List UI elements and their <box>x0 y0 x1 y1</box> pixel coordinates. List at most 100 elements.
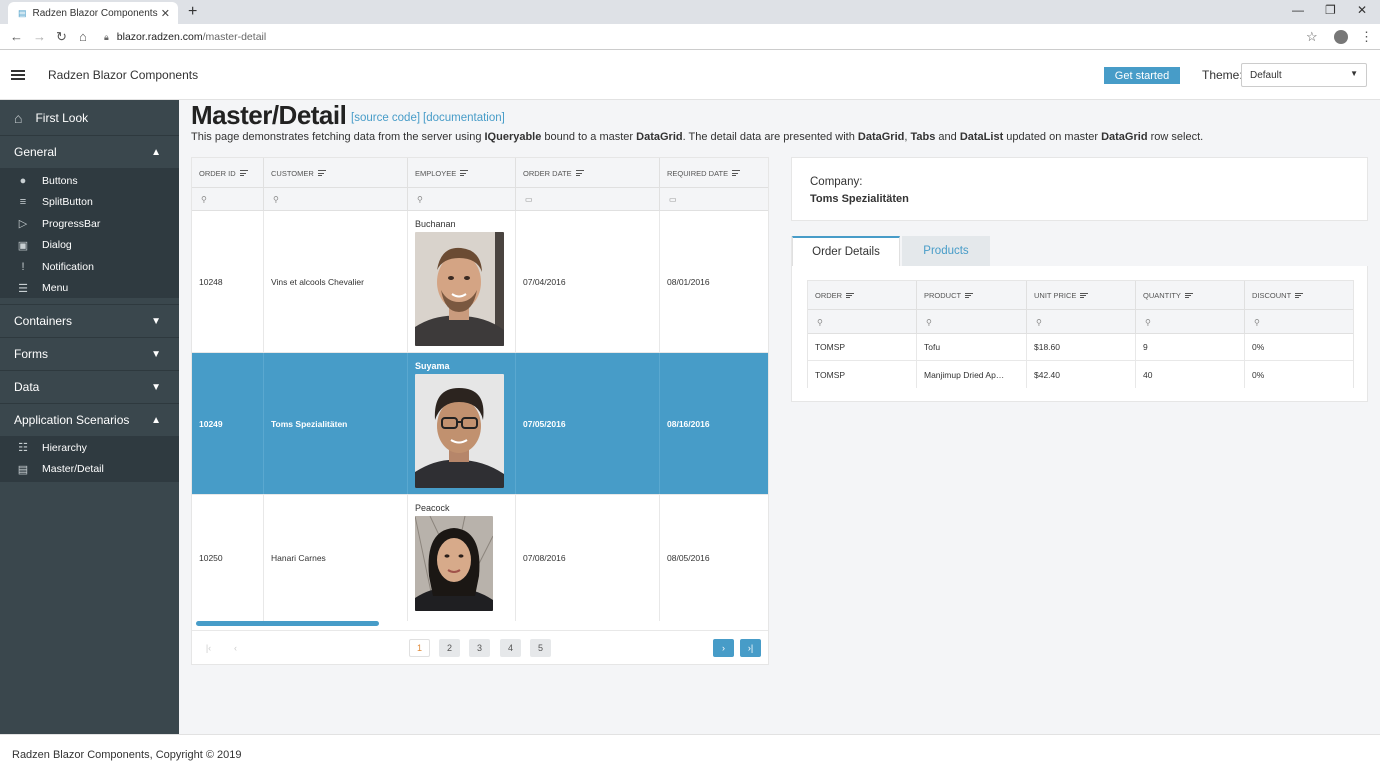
column-header-required-date[interactable]: REQUIRED DATE <box>660 158 768 188</box>
filter-customer[interactable]: ⚲ <box>264 188 408 211</box>
cell-employee: Buchanan <box>408 211 516 352</box>
search-icon: ⚲ <box>417 195 423 204</box>
documentation-link[interactable]: [documentation] <box>423 112 505 124</box>
sidebar-group-application-scenarios[interactable]: Application Scenarios ▲ <box>0 403 179 436</box>
minimize-icon[interactable]: — <box>1292 3 1304 17</box>
sidebar-group-general[interactable]: General ▲ <box>0 135 179 168</box>
table-row[interactable]: TOMSP Manjimup Dried Ap… $42.40 40 0% <box>808 361 1353 388</box>
sidebar-item-progressbar[interactable]: ▷ ProgressBar <box>0 213 179 235</box>
get-started-button[interactable]: Get started <box>1104 67 1180 84</box>
column-header-product[interactable]: PRODUCT <box>917 281 1027 310</box>
cell-customer: Vins et alcools Chevalier <box>264 211 408 352</box>
sidebar-item-notification[interactable]: ! Notification <box>0 256 179 278</box>
company-card: Company: Toms Spezialitäten <box>791 157 1368 221</box>
horizontal-scrollbar[interactable] <box>196 621 379 626</box>
browser-tab[interactable]: ▤ Radzen Blazor Components ✕ <box>8 2 178 24</box>
sidebar-group-data[interactable]: Data ▼ <box>0 370 179 403</box>
chevron-down-icon: ▼ <box>151 315 161 327</box>
sidebar-item-dialog[interactable]: ▣ Dialog <box>0 235 179 257</box>
employee-photo <box>415 516 493 611</box>
sidebar-item-label: Notification <box>42 260 94 273</box>
filter-product[interactable]: ⚲ <box>917 310 1027 334</box>
image-icon: ▣ <box>17 239 29 252</box>
sidebar-item-master-detail[interactable]: ▤ Master/Detail <box>0 459 179 481</box>
table-row[interactable]: TOMSP Tofu $18.60 9 0% <box>808 334 1353 361</box>
theme-dropdown[interactable]: Default ▼ <box>1241 63 1367 87</box>
cell-order-date: 07/04/2016 <box>516 211 660 352</box>
master-detail-icon: ▤ <box>17 463 29 476</box>
source-code-link[interactable]: [source code] <box>351 112 420 124</box>
filter-required-date[interactable]: ▭ <box>660 188 768 211</box>
url-field[interactable]: 🔒︎ blazor.radzen.com/master-detail <box>104 28 266 46</box>
sidebar-group-containers[interactable]: Containers ▼ <box>0 304 179 337</box>
sort-icon <box>575 170 584 176</box>
hamburger-menu-icon[interactable] <box>11 70 25 80</box>
cell-order: TOMSP <box>808 334 917 360</box>
profile-avatar[interactable] <box>1334 30 1348 44</box>
cell-unit-price: $42.40 <box>1027 361 1136 388</box>
employee-photo <box>415 374 504 488</box>
first-page-icon[interactable]: |‹ <box>198 639 219 657</box>
master-datagrid: ORDER ID CUSTOMER EMPLOYEE ORDER DATE RE… <box>191 157 769 665</box>
page-description: This page demonstrates fetching data fro… <box>191 131 1204 143</box>
column-header-customer[interactable]: CUSTOMER <box>264 158 408 188</box>
filter-quantity[interactable]: ⚲ <box>1136 310 1245 334</box>
search-icon: ⚲ <box>1145 317 1151 327</box>
close-tab-icon[interactable]: ✕ <box>161 7 170 20</box>
sidebar-group-forms[interactable]: Forms ▼ <box>0 337 179 370</box>
main-content: Master/Detail [source code] [documentati… <box>179 100 1380 734</box>
filter-unit-price[interactable]: ⚲ <box>1027 310 1136 334</box>
kebab-menu-icon[interactable]: ⋮ <box>1360 29 1373 45</box>
filter-order-date[interactable]: ▭ <box>516 188 660 211</box>
grid-filter-row: ⚲ ⚲ ⚲ ▭ ▭ <box>192 188 768 211</box>
theme-value: Default <box>1250 69 1282 81</box>
restore-icon[interactable]: ❐ <box>1325 3 1336 17</box>
filter-discount[interactable]: ⚲ <box>1245 310 1353 334</box>
column-header-order-id[interactable]: ORDER ID <box>192 158 264 188</box>
column-header-discount[interactable]: DISCOUNT <box>1245 281 1353 310</box>
sidebar-item-first-look[interactable]: ⌂ First Look <box>0 100 179 135</box>
page-button-4[interactable]: 4 <box>500 639 521 657</box>
tab-products[interactable]: Products <box>902 236 990 266</box>
new-tab-icon[interactable]: + <box>188 3 197 21</box>
back-icon[interactable]: ← <box>10 29 23 44</box>
table-row-selected[interactable]: 10249 Toms Spezialitäten Suyama 07/05/20… <box>192 353 768 495</box>
star-icon[interactable]: ☆ <box>1306 29 1318 45</box>
column-header-order-date[interactable]: ORDER DATE <box>516 158 660 188</box>
page-button-2[interactable]: 2 <box>439 639 460 657</box>
forward-icon[interactable]: → <box>33 29 46 44</box>
chevron-up-icon: ▲ <box>151 414 161 426</box>
column-header-quantity[interactable]: QUANTITY <box>1136 281 1245 310</box>
calendar-icon: ▭ <box>525 195 533 204</box>
sidebar-item-buttons[interactable]: ● Buttons <box>0 170 179 192</box>
filter-order-id[interactable]: ⚲ <box>192 188 264 211</box>
split-list-icon: ≡ <box>19 196 27 209</box>
page-button-5[interactable]: 5 <box>530 639 551 657</box>
page-button-3[interactable]: 3 <box>469 639 490 657</box>
sort-icon <box>1295 292 1304 299</box>
lock-icon: 🔒︎ <box>104 31 109 42</box>
table-row[interactable]: 10250 Hanari Carnes Peacock 07/08/2016 0… <box>192 495 768 621</box>
filter-order[interactable]: ⚲ <box>808 310 917 334</box>
column-header-unit-price[interactable]: UNIT PRICE <box>1027 281 1136 310</box>
table-row[interactable]: 10248 Vins et alcools Chevalier Buchanan… <box>192 211 768 353</box>
prev-page-icon[interactable]: ‹ <box>225 639 246 657</box>
page-button-1[interactable]: 1 <box>409 639 430 657</box>
brand-title: Radzen Blazor Components <box>48 68 199 82</box>
column-header-order[interactable]: ORDER <box>808 281 917 310</box>
sidebar-item-splitbutton[interactable]: ≡ SplitButton <box>0 192 179 214</box>
reload-icon[interactable]: ↻ <box>56 29 67 45</box>
filter-employee[interactable]: ⚲ <box>408 188 516 211</box>
last-page-icon[interactable]: ›| <box>740 639 761 657</box>
search-icon: ⚲ <box>1036 317 1042 327</box>
tab-order-details[interactable]: Order Details <box>792 236 900 266</box>
column-header-employee[interactable]: EMPLOYEE <box>408 158 516 188</box>
browser-chrome: ▤ Radzen Blazor Components ✕ + — ❐ ✕ ← →… <box>0 0 1380 50</box>
sidebar-item-menu[interactable]: ☰ Menu <box>0 278 179 300</box>
sidebar-item-hierarchy[interactable]: ☷ Hierarchy <box>0 437 179 459</box>
chevron-down-icon: ▼ <box>1350 69 1358 78</box>
pager: |‹ ‹ 1 2 3 4 5 › ›| <box>192 630 768 664</box>
close-window-icon[interactable]: ✕ <box>1357 3 1367 17</box>
home-icon[interactable]: ⌂ <box>79 29 87 44</box>
next-page-icon[interactable]: › <box>713 639 734 657</box>
